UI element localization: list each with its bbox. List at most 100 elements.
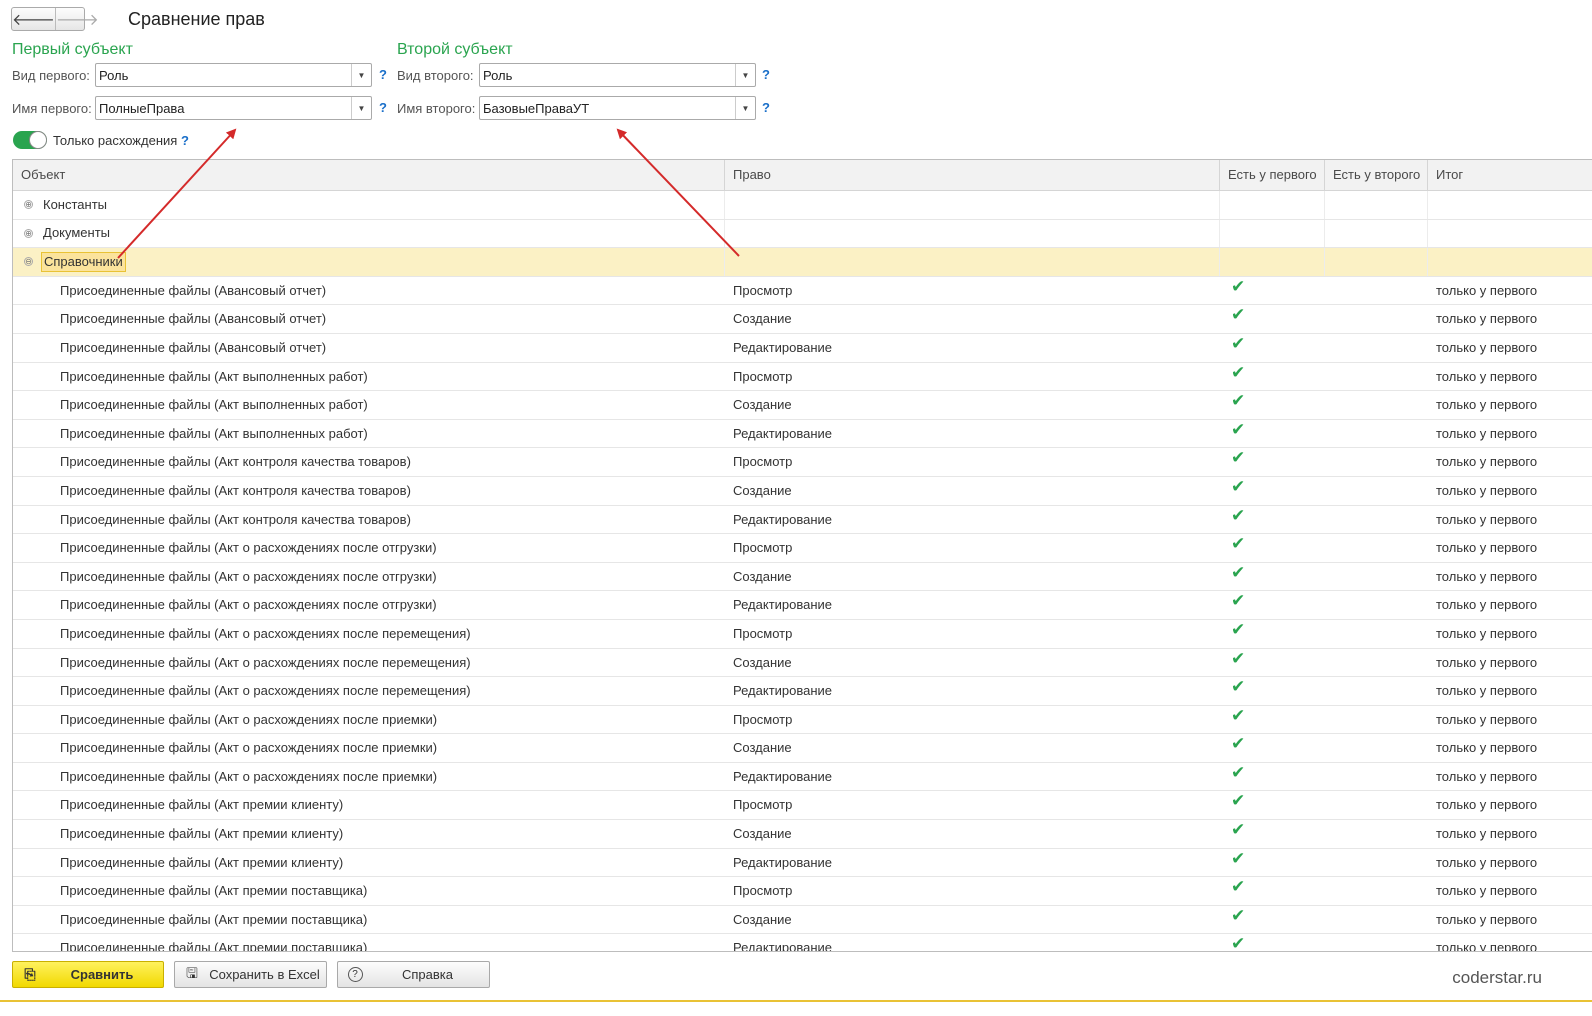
expand-icon[interactable]: ⊕	[24, 200, 33, 210]
table-row[interactable]: Присоединенные файлы (Акт о расхождениях…	[13, 677, 1592, 706]
second-has-cell	[1325, 649, 1428, 677]
column-header-result[interactable]: Итог	[1428, 160, 1592, 190]
chevron-down-icon[interactable]: ▼	[735, 97, 755, 119]
help-button-label: Справка	[402, 967, 453, 982]
first-has-cell: ✔	[1220, 363, 1325, 391]
result-cell: только у первого	[1436, 282, 1538, 298]
first-name-help-icon[interactable]: ?	[379, 100, 387, 115]
table-row[interactable]: Присоединенные файлы (Акт премии поставщ…	[13, 906, 1592, 935]
chevron-down-icon[interactable]: ▼	[351, 64, 371, 86]
group-row-0[interactable]: ⊕ Константы	[13, 191, 1592, 220]
table-row[interactable]: Присоединенные файлы (Акт премии поставщ…	[13, 877, 1592, 906]
result-cell: только у первого	[1436, 797, 1538, 813]
table-row[interactable]: Присоединенные файлы (Акт о расхождениях…	[13, 563, 1592, 592]
column-header-first[interactable]: Есть у первого	[1220, 160, 1325, 190]
table-row[interactable]: Присоединенные файлы (Акт о расхождениях…	[13, 620, 1592, 649]
right-cell: Создание	[733, 568, 792, 584]
only-differences-label: Только расхождения	[53, 133, 178, 148]
second-has-cell	[1325, 906, 1428, 934]
right-cell: Просмотр	[733, 711, 793, 727]
result-cell: только у первого	[1436, 854, 1538, 870]
table-row[interactable]: Присоединенные файлы (Акт о расхождениях…	[13, 649, 1592, 678]
command-bar: ⎘ Сравнить 🖫 Сохранить в Excel ? Справка…	[0, 952, 1592, 1016]
table-row[interactable]: Присоединенные файлы (Акт выполненных ра…	[13, 391, 1592, 420]
table-row[interactable]: Присоединенные файлы (Акт выполненных ра…	[13, 420, 1592, 449]
first-has-cell: ✔	[1220, 334, 1325, 362]
first-has-cell: ✔	[1220, 305, 1325, 333]
result-cell: только у первого	[1436, 368, 1538, 384]
object-cell: Присоединенные файлы (Акт о расхождениях…	[60, 768, 438, 784]
table-row[interactable]: Присоединенные файлы (Акт премии клиенту…	[13, 849, 1592, 878]
expand-icon[interactable]: ⊕	[24, 228, 33, 238]
table-row[interactable]: Присоединенные файлы (Акт о расхождениях…	[13, 763, 1592, 792]
first-kind-combo[interactable]: Роль ▼	[95, 63, 372, 87]
rights-table[interactable]: Объект Право Есть у первого Есть у второ…	[12, 159, 1592, 952]
right-cell: Редактирование	[733, 511, 833, 527]
first-has-cell: ✔	[1220, 677, 1325, 705]
table-row[interactable]: Присоединенные файлы (Авансовый отчет) Ре…	[13, 334, 1592, 363]
chevron-down-icon[interactable]: ▼	[351, 97, 371, 119]
object-cell: Присоединенные файлы (Акт выполненных ра…	[60, 368, 368, 384]
table-row[interactable]: Присоединенные файлы (Акт контроля качес…	[13, 506, 1592, 535]
table-row[interactable]: Присоединенные файлы (Авансовый отчет) Пр…	[13, 277, 1592, 306]
table-row[interactable]: Присоединенные файлы (Акт контроля качес…	[13, 448, 1592, 477]
table-row[interactable]: Присоединенные файлы (Акт премии поставщ…	[13, 934, 1592, 952]
table-row[interactable]: Присоединенные файлы (Авансовый отчет) Со…	[13, 305, 1592, 334]
right-cell: Создание	[733, 311, 792, 327]
column-header-object[interactable]: Объект	[13, 160, 725, 190]
forward-button[interactable]: 🡒	[54, 8, 99, 30]
second-has-cell	[1325, 706, 1428, 734]
result-cell: только у первого	[1436, 711, 1538, 727]
collapse-icon[interactable]: ⊖	[24, 257, 33, 267]
back-button[interactable]: 🡐	[12, 8, 55, 30]
first-subject-title: Первый субъект	[12, 41, 133, 58]
table-row[interactable]: Присоединенные файлы (Акт о расхождениях…	[13, 591, 1592, 620]
save-excel-button[interactable]: 🖫 Сохранить в Excel	[174, 961, 327, 988]
object-cell: Присоединенные файлы (Акт выполненных ра…	[60, 425, 368, 441]
group-row-2[interactable]: ⊖ Справочники	[13, 248, 1592, 277]
table-row[interactable]: Присоединенные файлы (Акт премии клиенту…	[13, 820, 1592, 849]
table-row[interactable]: Присоединенные файлы (Акт о расхождениях…	[13, 706, 1592, 735]
chevron-down-icon[interactable]: ▼	[735, 64, 755, 86]
first-has-cell: ✔	[1220, 934, 1325, 952]
group-object-cell: ⊕ Константы	[13, 191, 725, 219]
checkmark-icon: ✔	[1231, 934, 1246, 952]
toggle-help-icon[interactable]: ?	[181, 133, 189, 148]
second-name-label: Имя второго:	[397, 101, 476, 116]
column-header-second[interactable]: Есть у второго	[1325, 160, 1428, 190]
column-header-right[interactable]: Право	[725, 160, 1220, 190]
first-has-cell: ✔	[1220, 477, 1325, 505]
checkmark-icon: ✔	[1231, 362, 1246, 382]
watermark: coderstar.ru	[1452, 968, 1542, 987]
table-row[interactable]: Присоединенные файлы (Акт о расхождениях…	[13, 534, 1592, 563]
right-cell: Создание	[733, 911, 792, 927]
checkmark-icon: ✔	[1231, 562, 1246, 582]
group-label: Документы	[43, 225, 111, 241]
second-has-cell	[1325, 591, 1428, 619]
second-name-help-icon[interactable]: ?	[762, 100, 770, 115]
second-name-combo[interactable]: БазовыеПраваУТ ▼	[479, 96, 756, 120]
group-row-1[interactable]: ⊕ Документы	[13, 219, 1592, 249]
navigation-buttons: 🡐 🡒	[11, 7, 99, 31]
second-kind-help-icon[interactable]: ?	[762, 67, 770, 82]
checkmark-icon: ✔	[1231, 419, 1246, 439]
first-name-combo[interactable]: ПолныеПрава ▼	[95, 96, 372, 120]
result-cell: только у первого	[1436, 454, 1538, 470]
result-cell: только у первого	[1436, 826, 1538, 842]
second-kind-combo[interactable]: Роль ▼	[479, 63, 756, 87]
first-has-cell: ✔	[1220, 620, 1325, 648]
table-row[interactable]: Присоединенные файлы (Акт контроля качес…	[13, 477, 1592, 506]
first-kind-help-icon[interactable]: ?	[379, 67, 387, 82]
table-row[interactable]: Присоединенные файлы (Акт о расхождениях…	[13, 734, 1592, 763]
right-cell: Редактирование	[733, 683, 833, 699]
help-button[interactable]: ? Справка	[337, 961, 490, 988]
group-object-cell: ⊖ Справочники	[13, 248, 725, 276]
compare-button[interactable]: ⎘ Сравнить	[12, 961, 164, 988]
table-header: Объект Право Есть у первого Есть у второ…	[13, 160, 1592, 191]
checkmark-icon: ✔	[1231, 476, 1246, 496]
only-differences-toggle[interactable]	[13, 131, 47, 149]
table-row[interactable]: Присоединенные файлы (Акт премии клиенту…	[13, 791, 1592, 821]
group-empty-cell	[1220, 191, 1325, 219]
table-row[interactable]: Присоединенные файлы (Акт выполненных ра…	[13, 363, 1592, 392]
result-cell: только у первого	[1436, 482, 1538, 498]
